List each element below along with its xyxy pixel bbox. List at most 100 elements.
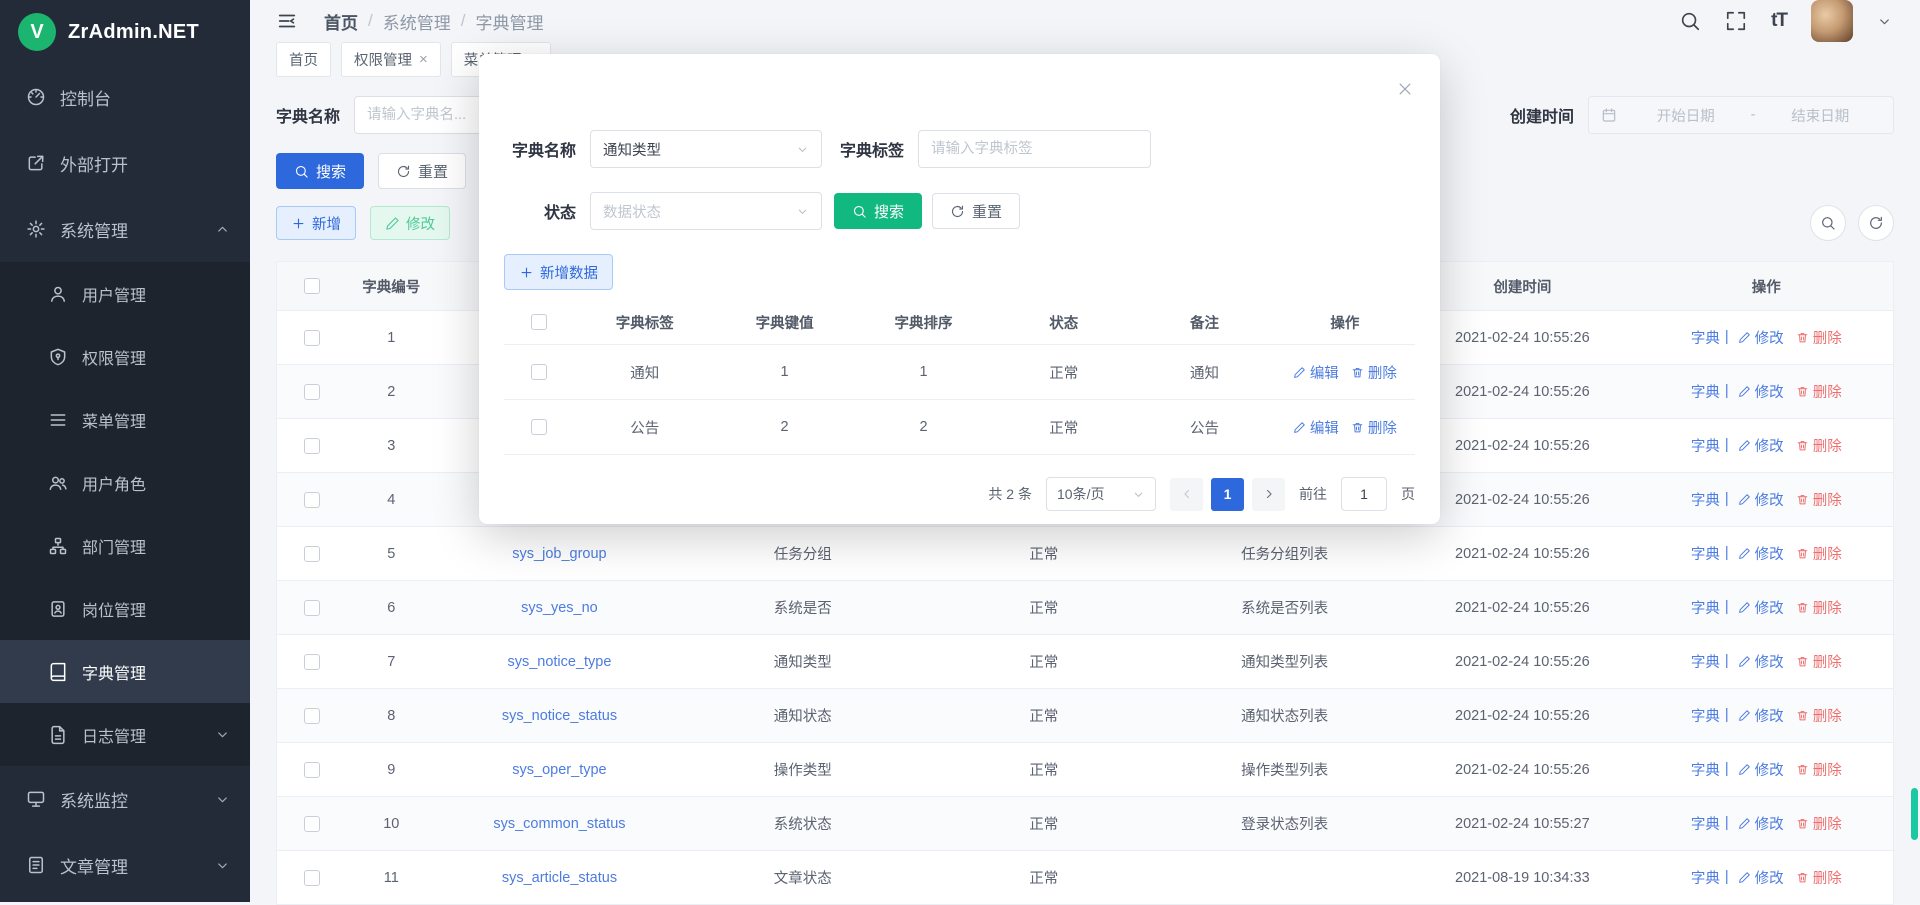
goto-page-input[interactable] bbox=[1341, 477, 1387, 511]
dict-type-link[interactable]: sys_oper_type bbox=[512, 762, 606, 778]
edit-link[interactable]: 修改 bbox=[1738, 651, 1784, 672]
dict-data-link[interactable]: 字典 bbox=[1691, 489, 1720, 510]
page-size-select[interactable]: 10条/页 bbox=[1046, 477, 1156, 511]
dict-data-link[interactable]: 字典 bbox=[1691, 813, 1720, 834]
select-all-checkbox[interactable] bbox=[304, 278, 320, 294]
sidebar-item[interactable]: 菜单管理 bbox=[0, 388, 250, 451]
sidebar-item[interactable]: 字典管理 bbox=[0, 640, 250, 703]
view-tab[interactable]: 首页 × bbox=[276, 42, 331, 77]
close-tab-icon[interactable]: × bbox=[419, 52, 428, 67]
edit-link[interactable]: 编辑 bbox=[1293, 417, 1339, 438]
caret-down-icon[interactable] bbox=[1877, 14, 1892, 29]
modal-reset-button[interactable]: 重置 bbox=[932, 193, 1020, 229]
view-tab[interactable]: 权限管理 × bbox=[341, 42, 441, 77]
row-checkbox[interactable] bbox=[304, 654, 320, 670]
dict-data-link[interactable]: 字典 bbox=[1691, 597, 1720, 618]
delete-link[interactable]: 删除 bbox=[1796, 543, 1842, 564]
dict-data-link[interactable]: 字典 bbox=[1691, 867, 1720, 888]
sidebar-item[interactable]: 用户管理 bbox=[0, 262, 250, 325]
sidebar-item[interactable]: 用户角色 bbox=[0, 451, 250, 514]
delete-link[interactable]: 删除 bbox=[1796, 489, 1842, 510]
edit-link[interactable]: 修改 bbox=[1738, 543, 1784, 564]
delete-link[interactable]: 删除 bbox=[1351, 417, 1397, 438]
edit-link[interactable]: 修改 bbox=[1738, 813, 1784, 834]
edit-link[interactable]: 修改 bbox=[1738, 705, 1784, 726]
delete-link[interactable]: 删除 bbox=[1351, 362, 1397, 383]
dict-data-link[interactable]: 字典 bbox=[1691, 381, 1720, 402]
row-checkbox[interactable] bbox=[531, 364, 547, 380]
breadcrumb-item[interactable]: 首页 bbox=[324, 9, 358, 34]
dict-type-link[interactable]: sys_notice_type bbox=[507, 654, 611, 670]
sidebar-item[interactable]: 岗位管理 bbox=[0, 577, 250, 640]
dict-type-link[interactable]: sys_article_status bbox=[502, 870, 617, 886]
dict-data-link[interactable]: 字典 bbox=[1691, 435, 1720, 456]
dict-data-link[interactable]: 字典 bbox=[1691, 705, 1720, 726]
delete-link[interactable]: 删除 bbox=[1796, 435, 1842, 456]
row-checkbox[interactable] bbox=[304, 816, 320, 832]
prev-page-button[interactable] bbox=[1170, 478, 1203, 511]
next-page-button[interactable] bbox=[1252, 478, 1285, 511]
edit-link[interactable]: 修改 bbox=[1738, 327, 1784, 348]
row-checkbox[interactable] bbox=[304, 492, 320, 508]
breadcrumb-item[interactable]: 系统管理 bbox=[383, 9, 451, 34]
dict-data-link[interactable]: 字典 bbox=[1691, 759, 1720, 780]
row-checkbox[interactable] bbox=[304, 600, 320, 616]
delete-link[interactable]: 删除 bbox=[1796, 597, 1842, 618]
edit-link[interactable]: 编辑 bbox=[1293, 362, 1339, 383]
edit-link[interactable]: 修改 bbox=[1738, 759, 1784, 780]
delete-link[interactable]: 删除 bbox=[1796, 705, 1842, 726]
status-select[interactable]: 数据状态 bbox=[590, 192, 822, 230]
sidebar-item[interactable]: 系统监控 bbox=[0, 766, 250, 832]
sidebar-item[interactable]: 控制台 bbox=[0, 64, 250, 130]
edit-link[interactable]: 修改 bbox=[1738, 597, 1784, 618]
row-checkbox[interactable] bbox=[304, 762, 320, 778]
close-icon[interactable] bbox=[1396, 80, 1414, 98]
dict-type-link[interactable]: sys_job_group bbox=[512, 546, 606, 562]
dict-type-link[interactable]: sys_common_status bbox=[493, 816, 625, 832]
add-button[interactable]: 新增 bbox=[276, 206, 356, 240]
menu-fold-icon[interactable] bbox=[276, 10, 298, 32]
row-checkbox[interactable] bbox=[304, 870, 320, 886]
delete-link[interactable]: 删除 bbox=[1796, 381, 1842, 402]
scrollbar-thumb[interactable] bbox=[1911, 788, 1918, 840]
row-checkbox[interactable] bbox=[304, 546, 320, 562]
row-checkbox[interactable] bbox=[304, 708, 320, 724]
edit-link[interactable]: 修改 bbox=[1738, 381, 1784, 402]
table-search-icon[interactable] bbox=[1810, 205, 1846, 241]
dict-data-link[interactable]: 字典 bbox=[1691, 543, 1720, 564]
sidebar-item[interactable]: 外部打开 bbox=[0, 130, 250, 196]
dict-data-link[interactable]: 字典 bbox=[1691, 327, 1720, 348]
delete-link[interactable]: 删除 bbox=[1796, 867, 1842, 888]
sidebar-item[interactable]: 部门管理 bbox=[0, 514, 250, 577]
app-logo[interactable]: V ZrAdmin.NET bbox=[0, 0, 250, 64]
reset-button[interactable]: 重置 bbox=[378, 153, 466, 189]
row-checkbox[interactable] bbox=[531, 419, 547, 435]
edit-link[interactable]: 修改 bbox=[1738, 867, 1784, 888]
dict-data-link[interactable]: 字典 bbox=[1691, 651, 1720, 672]
fullscreen-icon[interactable] bbox=[1725, 10, 1747, 32]
search-button[interactable]: 搜索 bbox=[276, 153, 364, 189]
font-size-icon[interactable]: tT bbox=[1771, 10, 1787, 32]
search-icon[interactable] bbox=[1679, 10, 1701, 32]
edit-link[interactable]: 修改 bbox=[1738, 435, 1784, 456]
sidebar-item[interactable]: 文章管理 bbox=[0, 832, 250, 898]
sidebar-item[interactable]: 日志管理 bbox=[0, 703, 250, 766]
dict-label-input[interactable] bbox=[918, 130, 1151, 168]
delete-link[interactable]: 删除 bbox=[1796, 327, 1842, 348]
row-checkbox[interactable] bbox=[304, 438, 320, 454]
sidebar-item[interactable]: 系统管理 bbox=[0, 196, 250, 262]
sidebar-item[interactable]: 权限管理 bbox=[0, 325, 250, 388]
dict-name-select[interactable]: 通知类型 bbox=[590, 130, 822, 168]
select-all-checkbox[interactable] bbox=[531, 314, 547, 330]
modal-search-button[interactable]: 搜索 bbox=[834, 193, 922, 229]
avatar[interactable] bbox=[1811, 0, 1853, 42]
row-checkbox[interactable] bbox=[304, 384, 320, 400]
row-checkbox[interactable] bbox=[304, 330, 320, 346]
page-button-current[interactable]: 1 bbox=[1211, 478, 1244, 511]
delete-link[interactable]: 删除 bbox=[1796, 651, 1842, 672]
edit-button[interactable]: 修改 bbox=[370, 206, 450, 240]
add-data-button[interactable]: 新增数据 bbox=[504, 254, 613, 290]
dict-type-link[interactable]: sys_yes_no bbox=[521, 600, 598, 616]
delete-link[interactable]: 删除 bbox=[1796, 813, 1842, 834]
delete-link[interactable]: 删除 bbox=[1796, 759, 1842, 780]
